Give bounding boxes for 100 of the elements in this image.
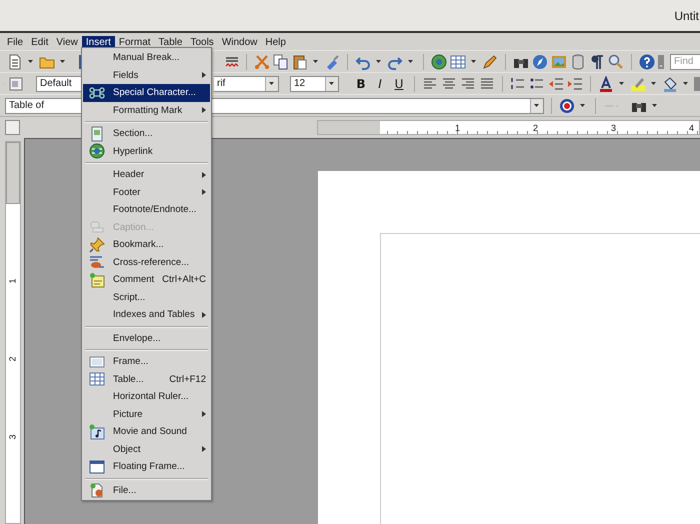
clipboard-icon[interactable] <box>292 54 308 70</box>
globe-icon[interactable] <box>431 54 447 70</box>
frame-icon[interactable] <box>89 354 105 370</box>
menu-bar-item[interactable]: Insert <box>82 36 115 48</box>
menu-item[interactable]: Footer <box>83 184 210 201</box>
menu-bar-item[interactable]: Format <box>114 36 155 48</box>
align-right-icon[interactable] <box>460 76 476 92</box>
menu-item[interactable]: Frame... <box>83 353 210 370</box>
align-left-icon[interactable] <box>422 76 438 92</box>
find-field[interactable]: Find <box>670 54 700 70</box>
numbered-list-icon[interactable] <box>510 76 526 92</box>
increase-indent-icon[interactable] <box>567 76 583 92</box>
menu-item[interactable]: Footnote/Endnote... <box>83 201 210 218</box>
document-section-icon[interactable] <box>89 126 105 142</box>
submenu-arrow-icon <box>202 189 206 196</box>
dropdown-arrow-icon[interactable] <box>60 60 65 64</box>
menu-item[interactable]: Floating Frame... <box>83 458 210 476</box>
music-note-icon[interactable] <box>89 424 105 440</box>
submenu-arrow-icon <box>202 446 206 452</box>
menu-item[interactable]: Indexes and Tables <box>83 306 210 324</box>
menu-bar-item[interactable]: Edit <box>27 36 52 48</box>
ruler-margin-area <box>318 121 380 134</box>
font-color-icon[interactable] <box>598 76 614 92</box>
menu-item[interactable]: Manual Break... <box>83 49 210 66</box>
menu-item[interactable]: Picture <box>83 406 210 423</box>
menu-item[interactable]: Script... <box>83 288 210 306</box>
dropdown-arrow-icon[interactable] <box>313 60 318 64</box>
dropdown-arrow-icon[interactable] <box>652 104 657 108</box>
dropdown-arrow-icon[interactable] <box>651 82 656 86</box>
menu-item[interactable]: Fields <box>83 66 210 84</box>
paragraph-style-box[interactable]: Default <box>36 76 83 92</box>
dropdown-arrow-icon[interactable] <box>269 82 274 86</box>
submenu-arrow-icon <box>202 312 206 318</box>
menu-item[interactable]: Cross-reference... <box>83 254 210 271</box>
menu-bar-item[interactable]: Window <box>218 36 262 48</box>
database-icon[interactable] <box>570 54 586 70</box>
paint-bucket-icon[interactable] <box>662 76 678 92</box>
dropdown-arrow-icon[interactable] <box>376 60 381 64</box>
menu-item[interactable]: Table... Ctrl+F12 <box>83 370 210 388</box>
decrease-indent-icon[interactable] <box>548 76 564 92</box>
menu-item[interactable]: Object <box>83 440 210 458</box>
menu-bar-item[interactable]: Tools <box>186 36 218 48</box>
dropdown-arrow-icon[interactable] <box>329 82 334 86</box>
table-grid-icon[interactable] <box>89 371 105 388</box>
font-size-box[interactable]: 12 <box>290 76 339 92</box>
dropdown-arrow-icon[interactable] <box>619 82 624 86</box>
submenu-arrow-icon <box>202 72 206 78</box>
pencil-icon[interactable] <box>482 54 498 70</box>
table-grid-icon[interactable] <box>450 54 466 70</box>
ruler-label: 2 <box>532 122 538 132</box>
pushpin-icon[interactable] <box>89 236 105 253</box>
ruler-margin-area <box>6 142 20 204</box>
menu-item[interactable]: Envelope... <box>83 330 210 347</box>
italic-button[interactable]: I <box>372 76 388 90</box>
underline-button[interactable]: U <box>391 76 407 90</box>
styles-list-icon[interactable] <box>8 76 24 92</box>
dropdown-arrow-icon[interactable] <box>534 104 539 108</box>
justify-icon[interactable] <box>479 76 495 92</box>
target-icon[interactable] <box>559 98 575 114</box>
ruler-label: 1 <box>454 122 460 132</box>
menu-bar-item[interactable]: File <box>3 36 28 48</box>
dropdown-arrow-icon[interactable] <box>408 60 413 64</box>
toolbar-overflow-icon[interactable] <box>658 54 664 70</box>
menu-item[interactable]: File... <box>83 482 210 499</box>
file-icon[interactable] <box>89 482 105 498</box>
bullet-list-icon[interactable] <box>529 76 545 92</box>
compass-icon[interactable] <box>532 54 548 70</box>
menu-bar-item[interactable]: View <box>52 36 82 48</box>
command-key-icon[interactable] <box>89 84 105 101</box>
align-center-icon[interactable] <box>441 76 457 92</box>
bold-button[interactable]: B <box>353 76 369 90</box>
globe-icon[interactable] <box>89 143 105 160</box>
pilcrow-icon[interactable] <box>589 54 605 70</box>
menu-item[interactable]: Special Character... <box>83 84 210 102</box>
dropdown-arrow-icon[interactable] <box>580 104 585 108</box>
menu-item[interactable]: Hyperlink <box>83 142 210 160</box>
menu-item[interactable]: Movie and Sound <box>83 423 210 440</box>
copy-icon[interactable] <box>273 54 289 70</box>
font-name-box[interactable]: rif <box>214 76 279 92</box>
highlighter-icon[interactable] <box>630 76 646 92</box>
cross-reference-icon[interactable] <box>89 254 105 270</box>
sticky-note-icon[interactable] <box>89 272 105 288</box>
dropdown-arrow-icon[interactable] <box>683 82 688 86</box>
menu-item[interactable]: Section... <box>83 125 210 142</box>
menu-item[interactable]: Bookmark... <box>83 236 210 254</box>
magnifier-icon[interactable] <box>608 54 624 70</box>
submenu-arrow-icon <box>202 411 206 418</box>
menu-item[interactable]: Comment Ctrl+Alt+C <box>83 271 210 288</box>
dropdown-arrow-icon[interactable] <box>28 60 33 64</box>
dropdown-arrow-icon[interactable] <box>471 60 476 64</box>
menu-item[interactable]: Horizontal Ruler... <box>83 388 210 406</box>
menu-bar-item[interactable]: Help <box>261 36 290 48</box>
ruler-label: 3 <box>8 434 18 440</box>
window-icon[interactable] <box>89 458 105 475</box>
new-document-icon[interactable] <box>7 54 23 70</box>
tab-stop-button[interactable] <box>5 120 20 135</box>
menu-bar-item[interactable]: Table <box>154 36 186 48</box>
menu-item[interactable]: Header <box>83 166 210 184</box>
help-icon[interactable] <box>639 54 655 70</box>
ruler-label: 1 <box>8 278 18 284</box>
